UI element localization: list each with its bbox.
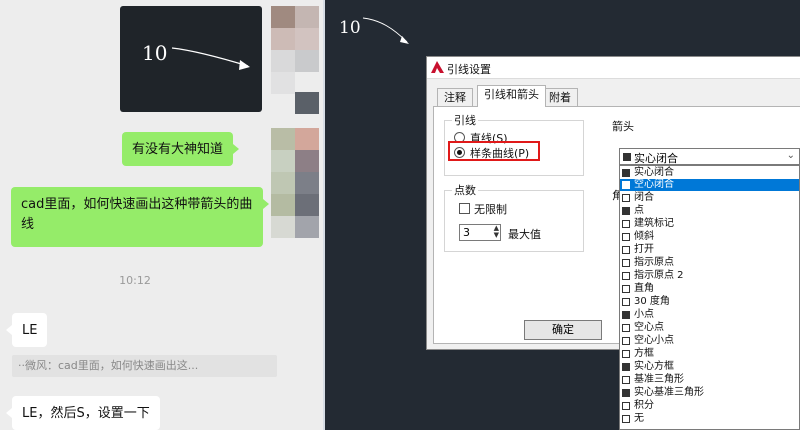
arrow-option-open[interactable]: 打开 [620, 244, 799, 256]
arrow-option-closed[interactable]: 闭合 [620, 192, 799, 204]
oblique-icon [622, 233, 630, 241]
datum-triangle-icon [622, 376, 630, 384]
ok-button[interactable]: 确定 [524, 320, 602, 340]
hollow-arrow-icon [622, 181, 630, 189]
arrow-option-integral[interactable]: 积分 [620, 400, 799, 412]
arrow-option-origin[interactable]: 指示原点 [620, 257, 799, 269]
points-group-label: 点数 [452, 182, 478, 198]
arrow-option-small-dot[interactable]: 小点 [620, 309, 799, 321]
filled-box-icon [622, 363, 630, 371]
right-angle-icon [622, 285, 630, 293]
points-group [444, 190, 584, 252]
chat-timestamp: 10:12 [119, 274, 151, 287]
arrow-option-origin-2[interactable]: 指示原点 2 [620, 270, 799, 282]
none-icon [622, 415, 630, 423]
arrow-option-oblique[interactable]: 倾斜 [620, 231, 799, 243]
arrow-group-label: 箭头 [610, 118, 636, 134]
arrow-option-hollow-small-dot[interactable]: 空心小点 [620, 335, 799, 347]
closed-arrow-icon [622, 194, 630, 202]
message-text: 有没有大神知道 [132, 142, 224, 157]
tab-attachment[interactable]: 附着 [542, 88, 578, 106]
arrow-option-box[interactable]: 方框 [620, 348, 799, 360]
filled-arrow-icon [623, 153, 631, 161]
chat-message-left: LE，然后S，设置一下 [6, 396, 160, 430]
arrow-option-hollow-dot[interactable]: 空心点 [620, 322, 799, 334]
filled-datum-triangle-icon [622, 389, 630, 397]
dialog-title: 引线设置 [447, 63, 491, 76]
arrow-option-hollow-closed[interactable]: 空心闭合 [620, 179, 799, 191]
arrow-option-filled-datum-triangle[interactable]: 实心基准三角形 [620, 387, 799, 399]
max-points-value: 3 [463, 226, 470, 239]
max-value-label: 最大值 [508, 228, 541, 241]
chevron-down-icon[interactable]: ⌄ [787, 150, 795, 161]
spinner-arrows-icon[interactable]: ▲ ▼ [494, 225, 499, 239]
unlimited-checkbox[interactable] [459, 203, 470, 214]
max-points-spinner[interactable]: 3 ▲ ▼ [459, 224, 501, 241]
cad-canvas-text: 10 [339, 18, 361, 38]
hollow-small-dot-icon [622, 337, 630, 345]
integral-icon [622, 402, 630, 410]
tick-icon [622, 220, 630, 228]
chat-message-right: 有没有大神知道 [122, 132, 240, 166]
tab-leader-and-arrow[interactable]: 引线和箭头 [477, 85, 546, 107]
arrow-option-dot[interactable]: 点 [620, 205, 799, 217]
arrow-option-none[interactable]: 无 [620, 413, 799, 425]
angle30-icon [622, 298, 630, 306]
small-dot-icon [622, 311, 630, 319]
quoted-reply[interactable]: ··微风：cad里面，如何快速画出这... [12, 355, 277, 377]
arrow-option-solid-closed[interactable]: 实心闭合 [620, 167, 799, 179]
chat-message-left: LE [5, 313, 48, 347]
arrow-option-right-angle[interactable]: 直角 [620, 283, 799, 295]
hollow-dot-icon [622, 324, 630, 332]
message-text: cad里面，如何快速画出这种带箭头的曲线 [21, 197, 253, 232]
red-annotation-box [448, 141, 540, 161]
curved-arrow-drawing: 10 [142, 41, 250, 70]
origin-icon [622, 259, 630, 267]
arrowhead-select[interactable]: 实心闭合 ⌄ [619, 148, 800, 165]
chat-image-thumbnail[interactable]: 10 [120, 6, 262, 112]
origin2-icon [622, 272, 630, 280]
arrow-option-architectural-tick[interactable]: 建筑标记 [620, 218, 799, 230]
unlimited-label[interactable]: 无限制 [474, 201, 507, 217]
arrow-option-filled-box[interactable]: 实心方框 [620, 361, 799, 373]
arrow-option-datum-triangle[interactable]: 基准三角形 [620, 374, 799, 386]
arrow-option-30-degree[interactable]: 30 度角 [620, 296, 799, 308]
dialog-titlebar[interactable]: 引线设置 [427, 57, 800, 79]
open-arrow-icon [622, 246, 630, 254]
image-caption-text: 10 [142, 41, 167, 65]
message-text: LE，然后S，设置一下 [22, 406, 150, 421]
message-text: LE [22, 323, 38, 338]
arrowhead-dropdown-list[interactable]: 实心闭合 空心闭合 闭合 点 建筑标记 倾斜 打开 指示原点 指示原点 2 直角… [619, 165, 800, 430]
chat-message-right: cad里面，如何快速画出这种带箭头的曲线 [11, 187, 269, 247]
autocad-app-icon [431, 61, 444, 73]
dot-icon [622, 207, 630, 215]
tab-annotation[interactable]: 注释 [437, 88, 473, 106]
arrowhead-selected-value: 实心闭合 [634, 152, 678, 165]
box-icon [622, 350, 630, 358]
chat-pane: 10 有没有大神知道 cad里面，如何快速画出这种带箭头的曲线 10:12 LE [0, 0, 323, 430]
leader-group-label: 引线 [452, 112, 478, 128]
filled-arrow-icon [622, 169, 630, 177]
